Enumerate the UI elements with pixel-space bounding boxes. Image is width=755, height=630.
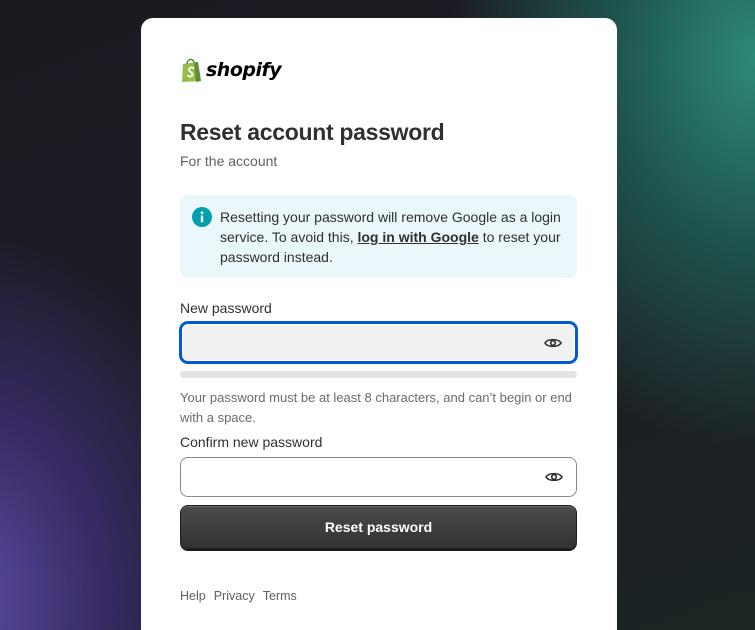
page-subtitle: For the account xyxy=(180,153,278,169)
log-in-with-google-link[interactable]: log in with Google xyxy=(357,229,478,245)
shopify-logo[interactable]: shopify xyxy=(180,57,282,83)
privacy-link[interactable]: Privacy xyxy=(214,589,255,603)
terms-link[interactable]: Terms xyxy=(263,589,297,603)
info-icon xyxy=(192,207,212,227)
password-requirements-hint: Your password must be at least 8 charact… xyxy=(180,390,572,425)
confirm-password-input[interactable] xyxy=(181,458,576,496)
confirm-password-label: Confirm new password xyxy=(180,434,323,450)
confirm-password-field-wrapper xyxy=(180,457,577,497)
shopify-bag-icon xyxy=(182,58,201,82)
google-login-notice: Resetting your password will remove Goog… xyxy=(180,195,577,278)
new-password-input[interactable] xyxy=(182,324,575,361)
page-title: Reset account password xyxy=(180,119,445,145)
password-strength-bar xyxy=(180,371,577,378)
reset-password-card: shopify Reset account password For the a… xyxy=(141,18,617,630)
notice-text: Resetting your password will remove Goog… xyxy=(220,207,561,267)
eye-icon[interactable] xyxy=(544,337,562,349)
new-password-label: New password xyxy=(180,300,272,316)
help-link[interactable]: Help xyxy=(180,589,206,603)
new-password-field-wrapper xyxy=(180,322,577,363)
eye-icon[interactable] xyxy=(545,471,563,483)
footer-links: Help Privacy Terms xyxy=(180,589,297,603)
reset-password-button[interactable]: Reset password xyxy=(180,505,577,549)
logo-wordmark: shopify xyxy=(206,59,282,81)
